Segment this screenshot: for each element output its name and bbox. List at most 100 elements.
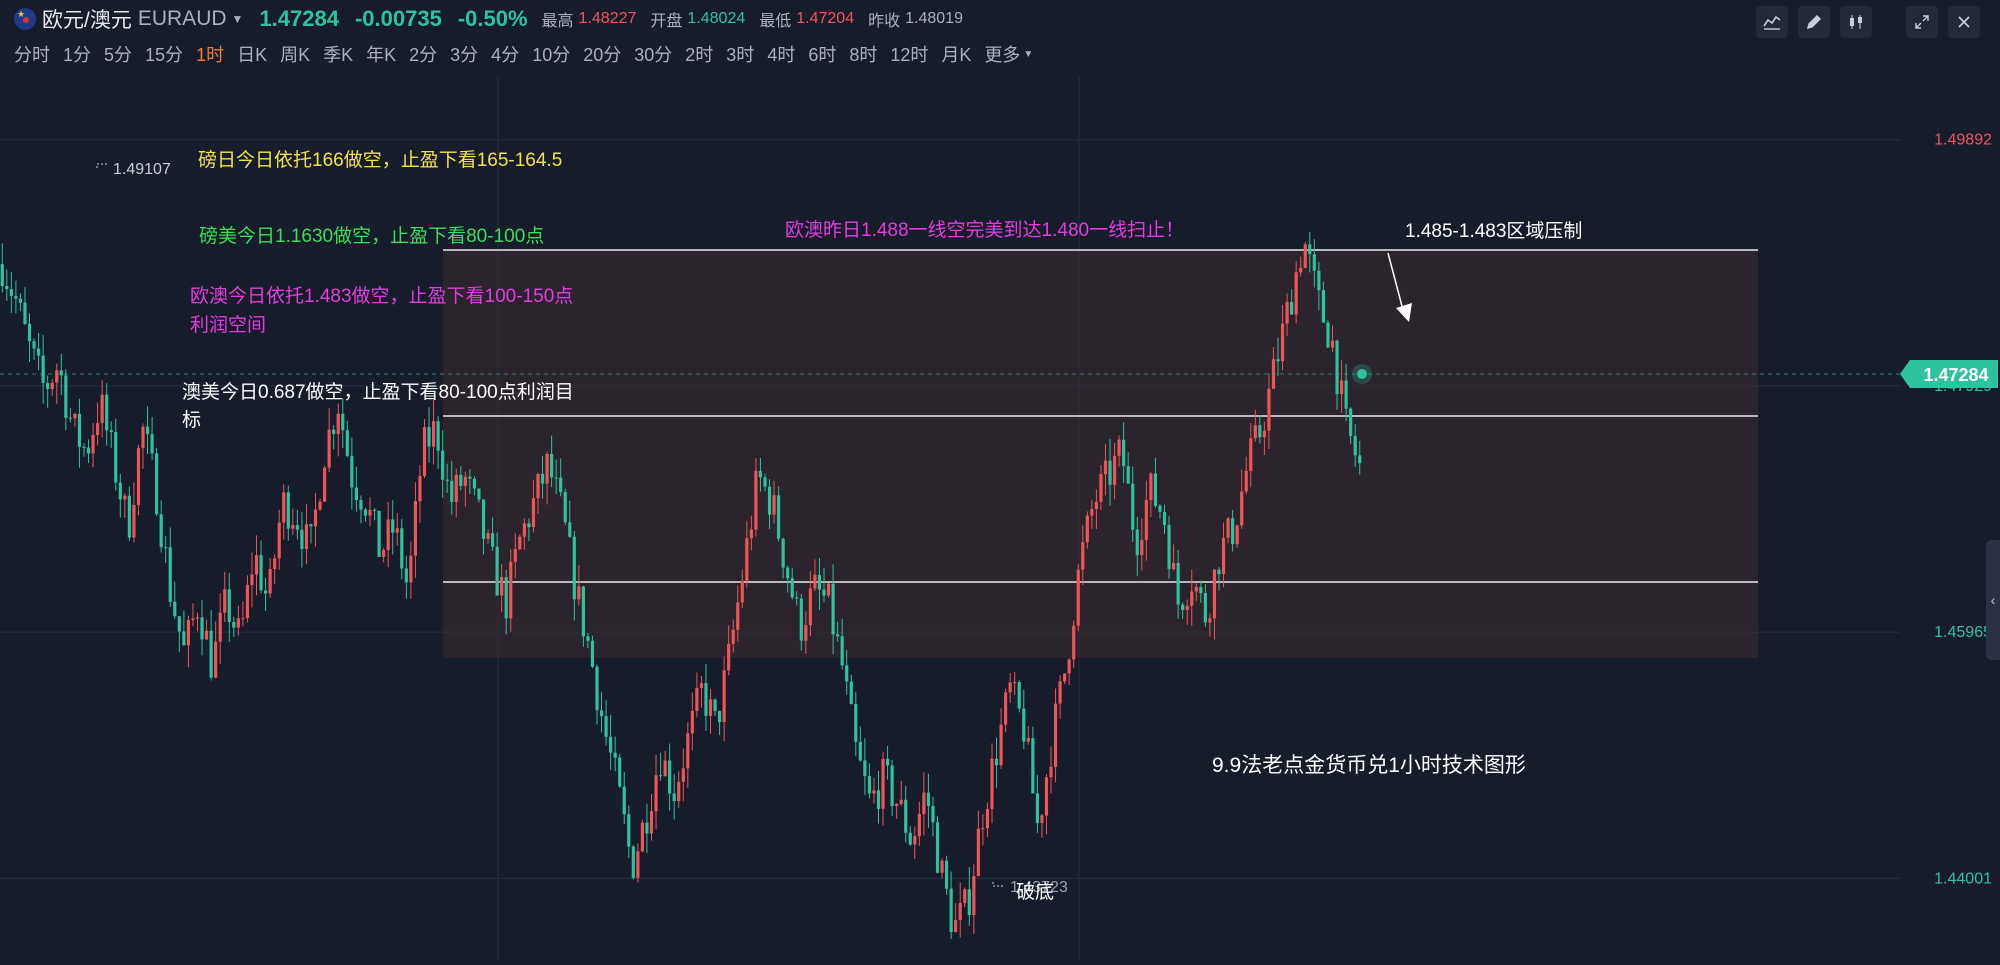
close-icon[interactable] bbox=[1948, 6, 1980, 38]
candle-body bbox=[654, 775, 658, 812]
candle-body bbox=[422, 427, 427, 477]
candle-body bbox=[690, 710, 694, 734]
candle-body bbox=[0, 264, 4, 287]
candle-body bbox=[450, 480, 454, 502]
candle-body bbox=[1162, 511, 1167, 525]
candle-body bbox=[840, 636, 844, 666]
candle-body bbox=[713, 699, 717, 712]
draw-icon[interactable] bbox=[1798, 6, 1830, 38]
candle-style-icon[interactable] bbox=[1840, 6, 1872, 38]
candle-body bbox=[141, 426, 145, 449]
current-price-glow bbox=[1352, 364, 1372, 384]
timeframe-tab[interactable]: 分时 bbox=[14, 41, 50, 67]
candle-body bbox=[604, 716, 608, 737]
timeframe-tab[interactable]: 月K bbox=[941, 41, 971, 67]
candle-body bbox=[1090, 509, 1094, 516]
expand-icon[interactable] bbox=[1906, 6, 1938, 38]
candle-body bbox=[109, 430, 113, 432]
timeframe-tab[interactable]: 3分 bbox=[450, 41, 478, 67]
candle-body bbox=[191, 618, 195, 621]
candle-body bbox=[586, 636, 590, 641]
candle-body bbox=[200, 617, 204, 640]
timeframe-tab[interactable]: 12时 bbox=[890, 41, 928, 67]
candle-body bbox=[5, 286, 9, 289]
candle-body bbox=[863, 760, 867, 777]
candle-body bbox=[18, 298, 23, 303]
candle-body bbox=[763, 477, 767, 487]
candle-body bbox=[309, 524, 313, 527]
candle-body bbox=[786, 567, 790, 579]
timeframe-tab[interactable]: 2分 bbox=[409, 41, 437, 67]
candle-body bbox=[486, 533, 490, 539]
candle-body bbox=[1308, 244, 1312, 255]
timeframe-tab[interactable]: 1时 bbox=[196, 41, 224, 67]
candle-body bbox=[132, 504, 136, 538]
candle-body bbox=[250, 574, 254, 585]
candle-body bbox=[1290, 301, 1294, 315]
candle-body bbox=[1085, 515, 1089, 543]
candle-body bbox=[581, 586, 585, 637]
timeframe-tab[interactable]: 30分 bbox=[634, 41, 672, 67]
high-marker: 1.49107 bbox=[113, 161, 171, 178]
candle-body bbox=[1299, 267, 1303, 273]
candle-body bbox=[1339, 380, 1344, 395]
chevron-down-icon[interactable]: ▼ bbox=[232, 12, 244, 26]
candle-body bbox=[867, 776, 871, 794]
timeframe-tab[interactable]: 更多 bbox=[984, 41, 1020, 67]
candle-body bbox=[1312, 254, 1316, 271]
candle-body bbox=[1249, 438, 1253, 471]
candle-body bbox=[1217, 569, 1221, 575]
candle-body bbox=[413, 501, 417, 556]
timeframe-tab[interactable]: 20分 bbox=[583, 41, 621, 67]
candle-body bbox=[854, 703, 858, 742]
candle-body bbox=[772, 495, 776, 515]
timeframe-tab[interactable]: 3时 bbox=[726, 41, 754, 67]
candle-body bbox=[73, 413, 77, 419]
candle-body bbox=[727, 643, 731, 671]
candle-body bbox=[268, 568, 272, 594]
timeframe-tab[interactable]: 8时 bbox=[849, 41, 877, 67]
annotation-breakdown: 破底 bbox=[1016, 881, 1054, 903]
indicator-icon[interactable] bbox=[1756, 6, 1788, 38]
timeframe-tab[interactable]: 日K bbox=[237, 41, 267, 67]
candle-body bbox=[359, 500, 363, 510]
timeframe-tab[interactable]: 2时 bbox=[685, 41, 713, 67]
chevron-left-icon[interactable]: ‹ bbox=[1991, 592, 1996, 608]
timeframe-tab[interactable]: 15分 bbox=[145, 41, 183, 67]
timeframe-tab[interactable]: 年K bbox=[366, 41, 396, 67]
candle-body bbox=[795, 597, 799, 599]
timeframe-tab[interactable]: 4分 bbox=[491, 41, 519, 67]
chart-toolbar bbox=[1746, 6, 1980, 38]
candle-body bbox=[817, 574, 822, 590]
timeframe-tab[interactable]: 5分 bbox=[104, 41, 132, 67]
candle-body bbox=[767, 486, 772, 515]
candle-body bbox=[913, 836, 917, 845]
price-chart[interactable]: 1.49107 1.43723 磅日今日依托166做空，止盈下看165-164.… bbox=[0, 76, 2000, 960]
panel-toggle-tab[interactable]: ‹ bbox=[1986, 540, 2000, 660]
annotation-audusd-line2: 标 bbox=[182, 409, 201, 431]
candle-body bbox=[1112, 455, 1117, 485]
candle-body bbox=[1344, 380, 1348, 409]
candle-body bbox=[509, 561, 513, 619]
candle-body bbox=[186, 620, 190, 646]
more-chevron-down-icon[interactable]: ▼ bbox=[1023, 49, 1033, 60]
candle-body bbox=[1094, 501, 1098, 510]
symbol-code[interactable]: EURAUD bbox=[138, 7, 227, 31]
candlestick-chart[interactable]: 1.49107 1.43723 磅日今日依托166做空，止盈下看165-164.… bbox=[0, 76, 2000, 960]
candle-body bbox=[981, 828, 985, 830]
candle-body bbox=[845, 665, 849, 682]
timeframe-tab[interactable]: 周K bbox=[280, 41, 310, 67]
candle-body bbox=[1072, 625, 1076, 660]
candle-body bbox=[55, 370, 59, 383]
timeframe-tab[interactable]: 1分 bbox=[63, 41, 91, 67]
timeframe-tab[interactable]: 4时 bbox=[767, 41, 795, 67]
candle-body bbox=[1190, 591, 1194, 606]
timeframe-tab[interactable]: 季K bbox=[323, 41, 353, 67]
low-label: 最低 bbox=[759, 13, 792, 30]
candle-body bbox=[668, 760, 672, 794]
quote-bar: 欧元/澳元 EURAUD ▼ 1.47284 -0.00735 -0.50% 最… bbox=[14, 4, 963, 34]
candle-body bbox=[59, 370, 63, 376]
timeframe-tab[interactable]: 10分 bbox=[532, 41, 570, 67]
symbol-name[interactable]: 欧元/澳元 bbox=[42, 4, 132, 34]
timeframe-tab[interactable]: 6时 bbox=[808, 41, 836, 67]
